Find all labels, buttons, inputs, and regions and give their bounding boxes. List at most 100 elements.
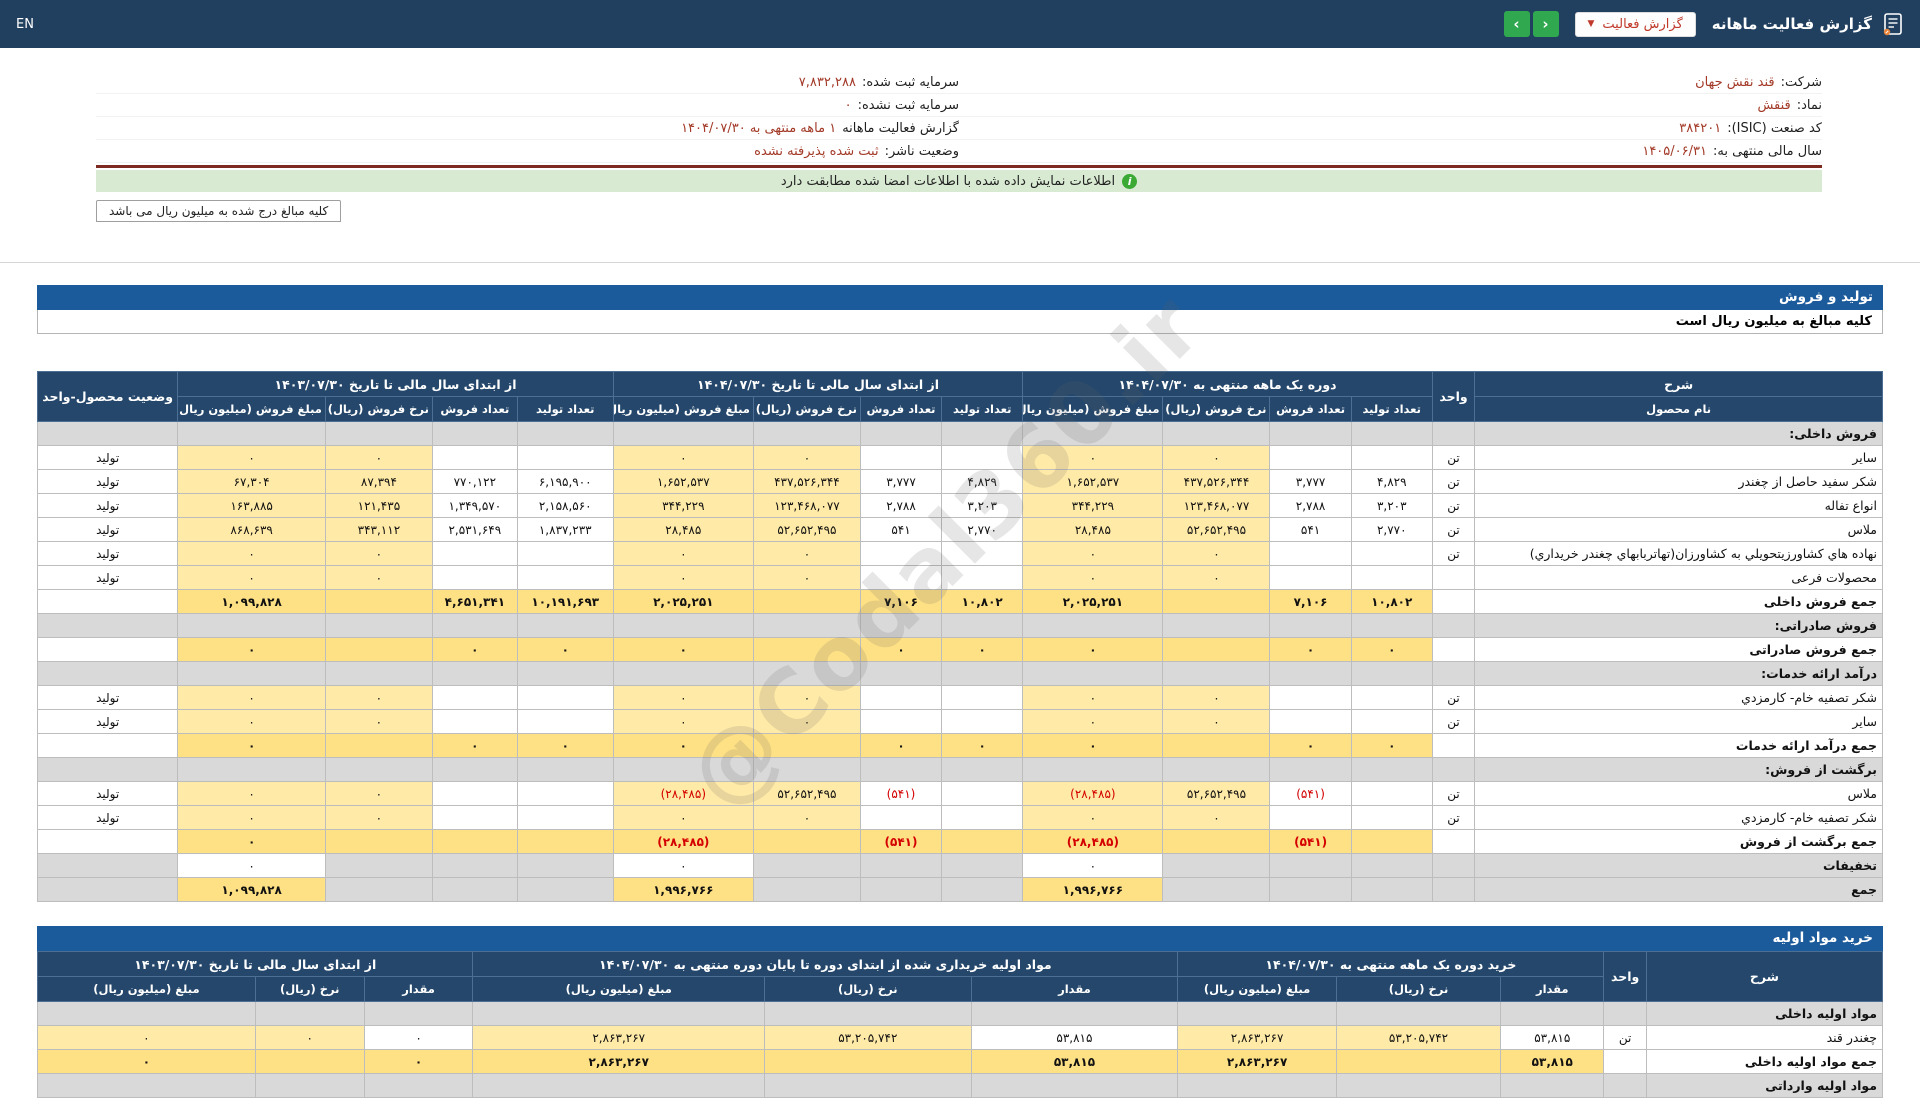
status-cell [38, 734, 178, 758]
value-cell: ۰ [1023, 686, 1163, 710]
value-cell: ۰ [1023, 542, 1163, 566]
report-period-label: گزارش فعالیت ماهانه [842, 121, 959, 136]
value-cell [364, 1002, 473, 1026]
value-cell: ۷,۱۰۶ [1270, 590, 1351, 614]
unregistered-capital-label: سرمایه ثبت نشده: [858, 98, 959, 113]
value-cell [432, 614, 517, 638]
value-cell [1023, 422, 1163, 446]
value-cell: ۰ [860, 638, 941, 662]
value-cell: ۵۲,۶۵۲,۴۹۵ [753, 782, 860, 806]
value-cell [1163, 758, 1270, 782]
value-cell [517, 830, 613, 854]
value-cell [432, 758, 517, 782]
chevron-down-icon: ▼ [1588, 19, 1595, 29]
unit-cell: تن [1432, 542, 1474, 566]
value-cell [325, 854, 432, 878]
value-cell [1501, 1002, 1604, 1026]
value-cell: ۰ [432, 734, 517, 758]
value-cell: ۳,۲۰۳ [1351, 494, 1432, 518]
signature-notice-bar: i اطلاعات نمایش داده شده با اطلاعات امضا… [96, 170, 1822, 192]
value-cell: ۱۰,۸۰۲ [1351, 590, 1432, 614]
unit-cell [1432, 878, 1474, 902]
value-cell: ۵۳,۲۰۵,۷۴۲ [1336, 1026, 1500, 1050]
value-cell: ۵۳,۸۱۵ [971, 1026, 1178, 1050]
value-cell: (۲۸,۴۸۵) [613, 782, 753, 806]
value-cell: ۸۷,۳۹۴ [325, 470, 432, 494]
fiscal-year-label: سال مالی منتهی به: [1713, 144, 1822, 159]
value-cell [1336, 1074, 1500, 1098]
value-cell [765, 1050, 972, 1074]
value-cell [325, 662, 432, 686]
value-cell [517, 542, 613, 566]
unit-cell [1432, 566, 1474, 590]
monthly-report-icon [1882, 12, 1904, 36]
value-cell: ۵۴۱ [860, 518, 941, 542]
next-report-button[interactable]: › [1504, 11, 1530, 37]
unit-cell [1432, 422, 1474, 446]
table-row: نهاده هاي کشاورزيتحويلي به کشاورزان(تهات… [38, 542, 1883, 566]
value-cell: ۱۶۳,۸۸۵ [178, 494, 326, 518]
value-cell: ۰ [178, 830, 326, 854]
col-header-unit: واحد [1432, 372, 1474, 422]
value-cell [178, 662, 326, 686]
report-dropdown-label: گزارش فعالیت [1602, 17, 1682, 32]
value-cell [432, 422, 517, 446]
previous-report-button[interactable]: ‹ [1533, 11, 1559, 37]
value-cell: ۰ [613, 542, 753, 566]
value-cell: (۵۴۱) [860, 782, 941, 806]
value-cell [1351, 566, 1432, 590]
col-header-sales-qty: تعداد فروش [860, 397, 941, 422]
col-header-production-qty: تعداد تولید [517, 397, 613, 422]
value-cell: ۰ [178, 782, 326, 806]
value-cell [613, 614, 753, 638]
value-cell [1351, 782, 1432, 806]
value-cell [1351, 614, 1432, 638]
value-cell [942, 566, 1023, 590]
value-cell [1163, 878, 1270, 902]
unit-cell: تن [1432, 782, 1474, 806]
value-cell: ۰ [38, 1050, 256, 1074]
status-cell: تولید [38, 518, 178, 542]
value-cell: ۴۳۷,۵۲۶,۳۴۴ [753, 470, 860, 494]
value-cell [178, 758, 326, 782]
value-cell: ۰ [942, 734, 1023, 758]
col-header-sales-amount: مبلغ فروش (میلیون ریال) [613, 397, 753, 422]
language-switch[interactable]: EN [16, 17, 34, 32]
value-cell: ۰ [1163, 542, 1270, 566]
raw-materials-section-header: خرید مواد اولیه [37, 926, 1883, 951]
value-cell: ۲۸,۴۸۵ [613, 518, 753, 542]
col-header-sales-qty: تعداد فروش [432, 397, 517, 422]
col-header-amount: مبلغ (میلیون ریال) [473, 977, 765, 1002]
col-header-rate: نرخ (ریال) [1336, 977, 1500, 1002]
signature-notice-text: اطلاعات نمایش داده شده با اطلاعات امضا ش… [781, 174, 1115, 189]
row-name-cell: شکر سفید حاصل از چغندر [1475, 470, 1883, 494]
value-cell [860, 878, 941, 902]
value-cell [325, 878, 432, 902]
company-name[interactable]: قند نقش جهان [1695, 75, 1775, 90]
value-cell: ۰ [1023, 734, 1163, 758]
unit-cell: تن [1604, 1026, 1646, 1050]
row-name-cell: جمع برگشت از فروش [1475, 830, 1883, 854]
value-cell: ۲,۷۸۸ [860, 494, 941, 518]
value-cell [473, 1002, 765, 1026]
report-type-dropdown[interactable]: گزارش فعالیت ▼ [1575, 12, 1696, 37]
value-cell [942, 806, 1023, 830]
status-cell: تولید [38, 566, 178, 590]
value-cell: ۰ [178, 566, 326, 590]
section-title-cell: درآمد ارائه خدمات: [1475, 662, 1883, 686]
amounts-unit-tab[interactable]: کلیه مبالغ درج شده به میلیون ریال می باش… [96, 200, 341, 222]
value-cell: ۰ [178, 686, 326, 710]
registered-capital-value: ۷,۸۳۲,۲۸۸ [799, 75, 856, 90]
value-cell: ۰ [613, 734, 753, 758]
value-cell: ۲,۸۶۳,۲۶۷ [473, 1026, 765, 1050]
value-cell [942, 710, 1023, 734]
value-cell: ۱,۶۵۲,۵۳۷ [1023, 470, 1163, 494]
table-row: جمع فروش داخلی۱۰,۸۰۲۷,۱۰۶۲,۰۲۵,۲۵۱۱۰,۸۰۲… [38, 590, 1883, 614]
value-cell: ۰ [1163, 710, 1270, 734]
value-cell: ۰ [1023, 806, 1163, 830]
value-cell: ۰ [613, 710, 753, 734]
status-cell: تولید [38, 446, 178, 470]
table-row: شکر سفید حاصل از چغندرتن۴,۸۲۹۳,۷۷۷۴۳۷,۵۲… [38, 470, 1883, 494]
section-row: فروش صادراتی: [38, 614, 1883, 638]
value-cell: ۳۴۳,۱۱۲ [325, 518, 432, 542]
